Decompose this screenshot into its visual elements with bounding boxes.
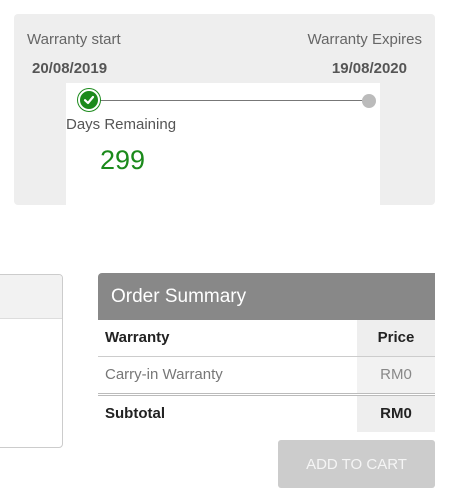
warranty-expires-label: Warranty Expires — [307, 31, 422, 48]
left-panel-header — [0, 275, 62, 319]
column-header-warranty: Warranty — [105, 329, 170, 346]
warranty-start-label: Warranty start — [27, 31, 121, 48]
check-circle-icon — [78, 89, 100, 111]
left-panel — [0, 274, 63, 448]
timeline-end-dot — [362, 94, 376, 108]
days-remaining-label: Days Remaining — [66, 116, 177, 133]
warranty-card: Warranty start Warranty Expires 20/08/20… — [14, 14, 435, 205]
days-remaining-value: 299 — [100, 145, 146, 175]
subtotal-row: Subtotal RM0 — [98, 396, 435, 432]
warranty-timeline — [88, 100, 370, 101]
warranty-item-price: RM0 — [357, 357, 435, 393]
days-remaining-panel — [66, 83, 380, 205]
add-to-cart-button[interactable]: ADD TO CART — [278, 440, 435, 488]
warranty-item-name: Carry-in Warranty — [105, 366, 223, 383]
check-icon — [83, 95, 95, 105]
subtotal-value: RM0 — [357, 396, 435, 432]
subtotal-label: Subtotal — [105, 405, 165, 422]
order-summary-title: Order Summary — [98, 273, 435, 320]
warranty-start-date: 20/08/2019 — [32, 60, 108, 77]
column-header-price: Price — [357, 320, 435, 356]
warranty-expires-date: 19/08/2020 — [331, 60, 407, 77]
table-header-row: Warranty Price — [98, 320, 435, 357]
table-row: Carry-in Warranty RM0 — [98, 357, 435, 396]
order-summary: Order Summary Warranty Price Carry-in Wa… — [98, 273, 435, 433]
